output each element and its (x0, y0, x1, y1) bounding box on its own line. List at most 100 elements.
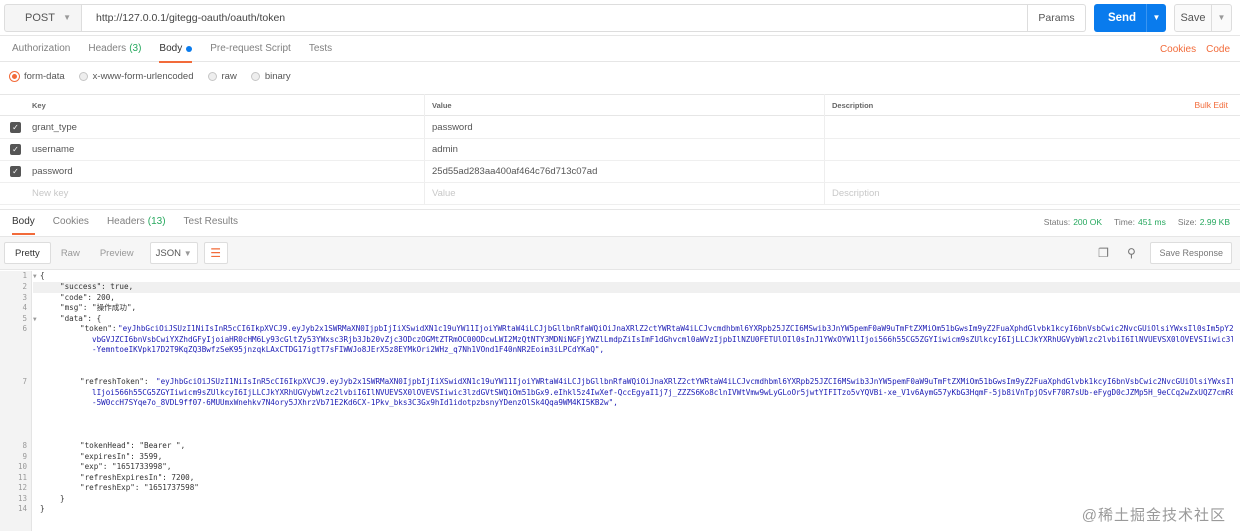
line-number: 11 (17, 472, 27, 482)
current-line-highlight (33, 282, 1240, 293)
line-number: 13 (17, 493, 27, 503)
radio-selected-icon (10, 71, 19, 81)
line-number: 12 (17, 483, 27, 492)
code-line: { (40, 271, 45, 280)
time-value: 451 ms (1137, 217, 1166, 227)
tab-response-headers-label: Headers (106, 216, 145, 227)
row-value[interactable]: 25d55ad283aa400af464c76d713c07ad (432, 166, 597, 177)
row-value[interactable]: password (432, 122, 473, 133)
radio-binary[interactable]: binary (250, 70, 291, 82)
code-line: "data": { (60, 313, 102, 323)
tab-test-results[interactable]: Test Results (178, 210, 244, 234)
response-body-code[interactable]: 1 2 3 4 5 6 7 8 9 10 11 12 13 14 ▼ ▼ { "… (0, 271, 1240, 531)
tab-response-headers-count: (13) (147, 216, 166, 227)
column-value: Value (432, 101, 452, 110)
new-description-input[interactable]: Description (832, 188, 880, 199)
code-line: "refreshExpiresIn": 7200, (80, 472, 195, 482)
line-number: 10 (17, 462, 27, 471)
line-number: 7 (22, 377, 27, 386)
chevron-down-icon[interactable]: ▼ (1146, 3, 1166, 32)
fold-icon[interactable]: ▼ (33, 272, 37, 283)
time-stat: Time: 451 ms (1114, 217, 1166, 227)
radio-icon (78, 71, 88, 81)
checkbox-checked-icon[interactable]: ✓ (10, 166, 21, 177)
radio-label: x-www-form-urlencoded (92, 70, 194, 82)
watermark: @稀土掘金技术社区 (1081, 507, 1226, 524)
checkbox-checked-icon[interactable]: ✓ (10, 144, 21, 155)
new-key-input[interactable]: New key (32, 188, 68, 199)
column-key: Key (32, 101, 46, 110)
tab-body[interactable]: Body (153, 36, 198, 63)
checkbox-checked-icon[interactable]: ✓ (10, 122, 21, 133)
pretty-button[interactable]: Pretty (4, 242, 51, 264)
line-gutter: 1 2 3 4 5 6 7 8 9 10 11 12 13 14 (0, 271, 32, 531)
new-value-input[interactable]: Value (432, 188, 456, 199)
search-icon[interactable]: ⚲ (1122, 244, 1140, 262)
row-key[interactable]: password (32, 166, 73, 177)
line-number: 5 (22, 313, 27, 323)
request-tabs: Authorization Headers (3) Body Pre-reque… (0, 36, 1240, 63)
code-token-value: vbGVJZCI6bnVsbCwiYXZhdGFyIjoiaHR0cHM6Ly9… (92, 334, 1233, 344)
method-label: POST (25, 11, 55, 24)
tab-response-body[interactable]: Body (6, 210, 41, 235)
tab-headers-count: (3) (129, 43, 142, 54)
body-type-radios: form-data x-www-form-urlencoded raw bina… (0, 63, 1240, 89)
line-number: 14 (17, 504, 27, 513)
line-number: 1 (22, 271, 27, 280)
url-input[interactable]: http://127.0.0.1/gitegg-oauth/oauth/toke… (82, 3, 1028, 32)
tab-authorization[interactable]: Authorization (6, 36, 76, 62)
code-token-key: "token": (80, 324, 122, 333)
chevron-down-icon: ▼ (183, 248, 192, 258)
cookies-link[interactable]: Cookies (1160, 44, 1196, 55)
fold-icon[interactable]: ▼ (33, 315, 37, 326)
kv-table-header: Key Value Description Bulk Edit (0, 94, 1240, 116)
tab-response-cookies[interactable]: Cookies (47, 210, 95, 234)
radio-urlencoded[interactable]: x-www-form-urlencoded (78, 70, 194, 82)
code-line: "refreshExp": "1651737598" (80, 483, 199, 492)
code-token-value: "eyJhbGciOiJSUzI1NiIsInR5cCI6IkpXVCJ9.ey… (118, 324, 1233, 333)
column-description: Description (832, 101, 874, 110)
line-number: 9 (22, 451, 27, 461)
code-refresh-key: "refreshToken": (80, 377, 154, 386)
code-refresh-value: "eyJhbGciOiJSUzI1NiIsInR5cCI6IkpXVCJ9.ey… (156, 377, 1233, 386)
code-line: "exp": "1651733998", (80, 462, 172, 471)
status-value: 200 OK (1073, 217, 1103, 227)
radio-label: raw (221, 70, 237, 82)
copy-icon[interactable]: ❐ (1094, 244, 1112, 262)
row-key[interactable]: grant_type (32, 122, 77, 133)
radio-raw[interactable]: raw (207, 70, 237, 82)
code-token-value: -YemntoeIKVpk17D2T9KqZQ3BwfzSeK95jnzqkLA… (92, 345, 605, 354)
radio-form-data[interactable]: form-data (10, 71, 65, 82)
line-number: 6 (22, 324, 27, 333)
radio-label: binary (264, 70, 291, 82)
url-bar: POST ▼ http://127.0.0.1/gitegg-oauth/oau… (0, 0, 1240, 36)
send-button[interactable]: Send ▼ (1094, 3, 1166, 32)
chevron-down-icon[interactable]: ▼ (1211, 4, 1231, 31)
size-label: Size: (1177, 217, 1197, 227)
raw-button[interactable]: Raw (51, 242, 90, 264)
save-response-button[interactable]: Save Response (1150, 242, 1232, 264)
code-line: "tokenHead": "Bearer ", (80, 441, 186, 450)
bulk-edit-link[interactable]: Bulk Edit (1194, 100, 1228, 110)
wrap-lines-icon[interactable]: ☰ (203, 242, 228, 264)
code-link[interactable]: Code (1206, 44, 1230, 55)
code-line: "success": true, (60, 282, 134, 291)
format-select[interactable]: JSON ▼ (149, 242, 198, 264)
code-line: "code": 200, (60, 292, 115, 302)
tab-headers[interactable]: Headers (3) (82, 36, 147, 62)
tab-tests[interactable]: Tests (303, 36, 338, 62)
code-line: } (40, 504, 45, 513)
method-select[interactable]: POST ▼ (4, 3, 82, 32)
tab-response-headers[interactable]: Headers (13) (101, 210, 172, 234)
tab-prerequest-script[interactable]: Pre-request Script (204, 36, 297, 62)
params-button[interactable]: Params (1028, 3, 1086, 32)
response-tabs: Body Cookies Headers (13) Test Results S… (0, 209, 1240, 235)
save-button[interactable]: Save ▼ (1174, 3, 1232, 32)
size-stat: Size: 2.99 KB (1178, 217, 1230, 227)
row-value[interactable]: admin (432, 144, 458, 155)
row-key[interactable]: username (32, 144, 74, 155)
preview-button[interactable]: Preview (90, 242, 144, 264)
line-number: 4 (22, 303, 27, 312)
radio-icon (250, 71, 260, 81)
tab-headers-label: Headers (88, 43, 127, 54)
